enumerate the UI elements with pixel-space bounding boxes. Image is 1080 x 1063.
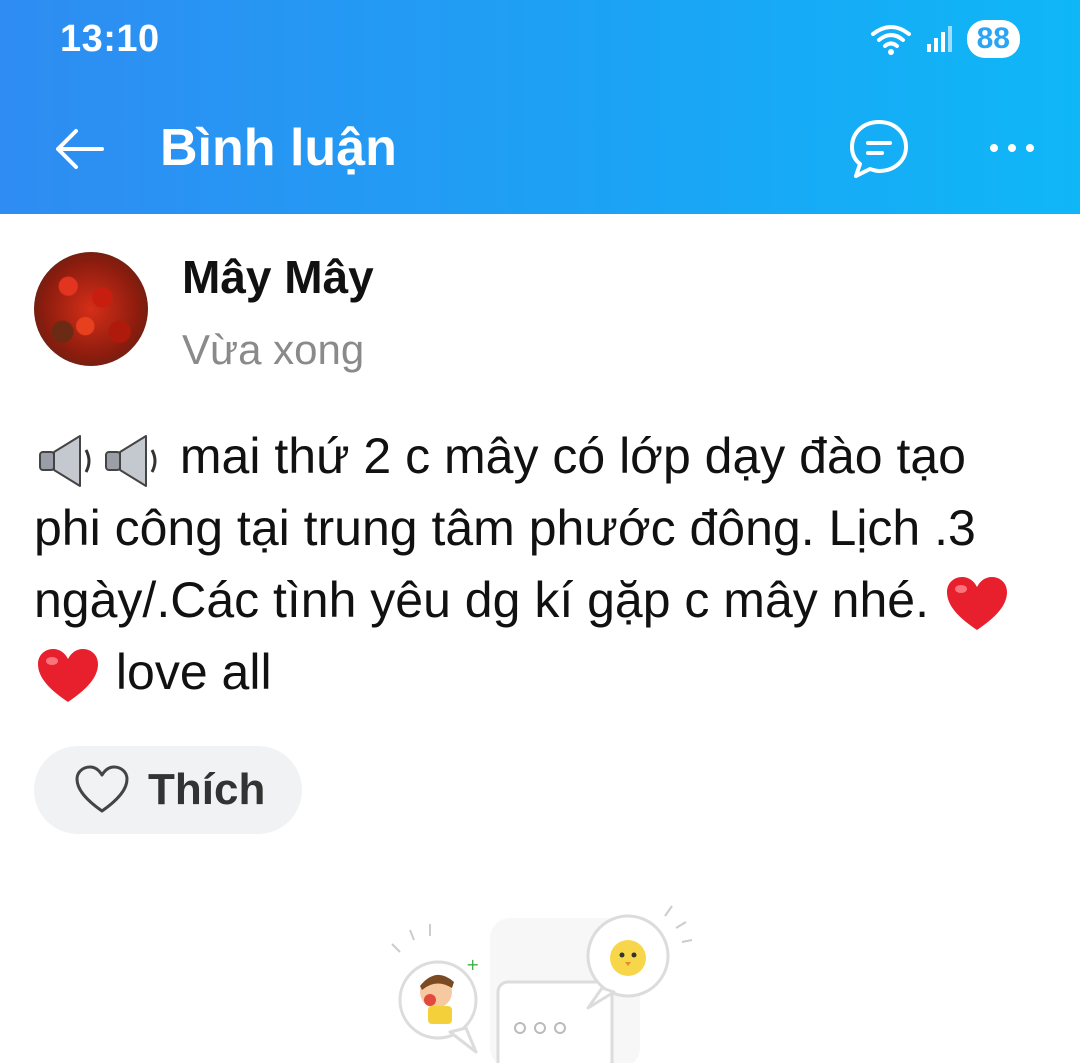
battery-badge: 88 — [966, 20, 1020, 58]
chat-bubble-icon[interactable] — [848, 118, 910, 180]
speaker-icon — [105, 434, 157, 487]
like-button[interactable]: Thích — [34, 746, 302, 834]
empty-comments-illustration-icon: + — [391, 905, 693, 1063]
red-heart-icon — [946, 576, 1007, 630]
heart-outline-icon — [75, 765, 129, 813]
status-time: 13:10 — [60, 18, 160, 60]
post-text-end: love all — [115, 644, 272, 700]
post-text: mai thứ 2 c mây có lớp dạy đào tạo phi c… — [34, 420, 1044, 708]
back-arrow-icon[interactable] — [52, 122, 106, 176]
post-time: Vừa xong — [182, 326, 365, 373]
svg-text:+: + — [466, 955, 479, 974]
signal-icon — [926, 26, 952, 52]
author-name[interactable]: Mây Mây — [182, 250, 374, 304]
red-heart-icon — [38, 648, 98, 702]
wifi-icon — [870, 25, 911, 55]
page-title: Bình luận — [160, 119, 397, 177]
like-label: Thích — [148, 765, 266, 814]
status-icons: 88 — [869, 20, 1020, 58]
more-dots-icon[interactable] — [988, 138, 1036, 158]
speaker-icon — [39, 434, 91, 487]
app-header: 13:10 88 Bình luận — [0, 0, 1080, 214]
post-text-body: mai thứ 2 c mây có lớp dạy đào tạo phi c… — [34, 428, 976, 628]
avatar[interactable] — [34, 252, 148, 366]
